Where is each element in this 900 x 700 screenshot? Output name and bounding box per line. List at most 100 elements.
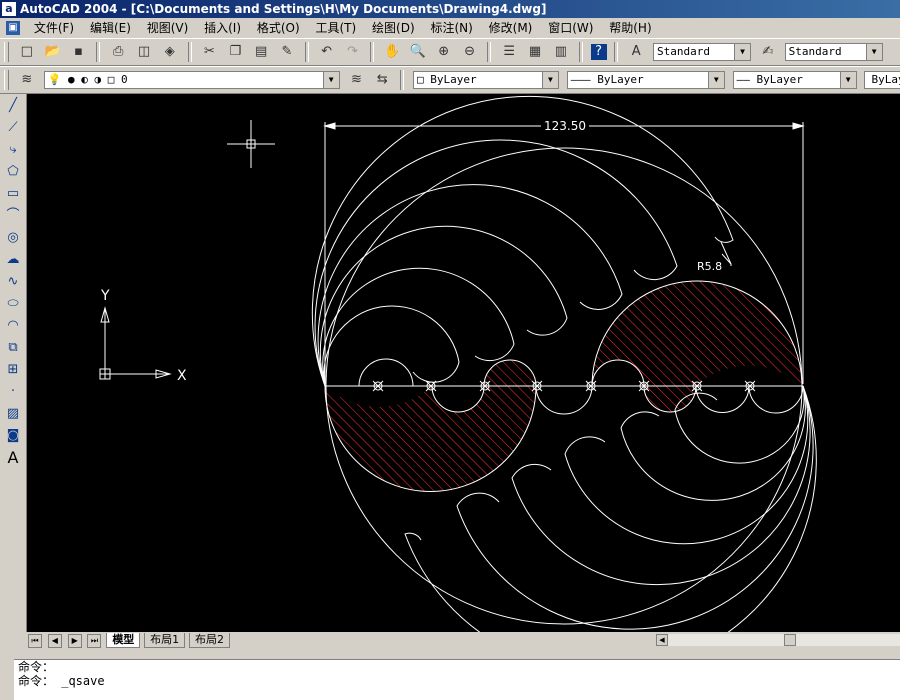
menu-dimension[interactable]: 标注(N): [424, 18, 478, 38]
menu-file[interactable]: 文件(F): [28, 18, 80, 38]
menu-insert[interactable]: 插入(I): [198, 18, 247, 38]
zoom-realtime-icon[interactable]: 🔍: [408, 42, 428, 62]
layer-manager-icon[interactable]: ≋: [17, 70, 37, 90]
tab-layout2[interactable]: 布局2: [188, 633, 230, 648]
publish-icon[interactable]: ◈: [160, 42, 180, 62]
chevron-down-icon[interactable]: ▼: [707, 72, 724, 88]
multiline-text-icon[interactable]: A: [3, 448, 23, 468]
menu-draw[interactable]: 绘图(D): [366, 18, 421, 38]
undo-icon[interactable]: ↶: [317, 42, 337, 62]
color-select[interactable]: □ ByLayer ▼: [412, 71, 559, 89]
text-style-select[interactable]: Standard ▼: [653, 43, 752, 61]
toolbar-grip[interactable]: [4, 42, 9, 62]
command-history-line: 命令：: [18, 660, 55, 674]
drawing-canvas[interactable]: Y X 123.50 R5.8: [27, 94, 900, 673]
properties-icon[interactable]: ☰: [499, 42, 519, 62]
design-center-icon[interactable]: ▦: [525, 42, 545, 62]
menu-bar: ▣ 文件(F) 编辑(E) 视图(V) 插入(I) 格式(O) 工具(T) 绘图…: [0, 18, 900, 38]
help-icon[interactable]: ?: [590, 44, 607, 60]
radius-label: R5.8: [697, 260, 722, 273]
point-icon[interactable]: ·: [3, 382, 23, 402]
first-tab-icon[interactable]: ⏮: [28, 634, 42, 648]
layer-value: 0: [120, 73, 128, 86]
make-layer-current-icon[interactable]: ≋: [346, 70, 366, 90]
menu-modify[interactable]: 修改(M): [483, 18, 539, 38]
hatch-icon[interactable]: ▨: [3, 404, 23, 424]
toolbar-separator: [487, 42, 492, 62]
tab-layout1[interactable]: 布局1: [144, 633, 186, 648]
ucs-y-label: Y: [100, 288, 110, 304]
horizontal-scrollbar[interactable]: ◀: [656, 634, 900, 646]
scroll-left-icon[interactable]: ◀: [656, 634, 668, 646]
dimension-text: 123.50: [544, 119, 586, 133]
plotstyle-select[interactable]: ByLayer: [864, 71, 900, 89]
circle-icon[interactable]: ◎: [3, 228, 23, 248]
chevron-down-icon[interactable]: ▼: [734, 44, 751, 60]
ellipse-arc-icon[interactable]: ◠: [3, 316, 23, 336]
crosshair-cursor: [227, 120, 275, 168]
pan-icon[interactable]: ✋: [382, 42, 402, 62]
menu-window[interactable]: 窗口(W): [542, 18, 599, 38]
open-file-icon[interactable]: 📂: [43, 42, 63, 62]
insert-block-icon[interactable]: ⧉: [3, 338, 23, 358]
next-tab-icon[interactable]: ▶: [67, 634, 82, 648]
spline-icon[interactable]: ∿: [3, 272, 23, 292]
command-area: 命令： 命令： _qsave: [0, 655, 900, 700]
revision-cloud-icon[interactable]: ☁: [3, 250, 23, 270]
chevron-down-icon[interactable]: ▼: [541, 72, 558, 88]
dim-style-select[interactable]: Standard ▼: [784, 43, 883, 61]
ellipse-icon[interactable]: ⬭: [3, 294, 23, 314]
redo-icon[interactable]: ↷: [342, 42, 362, 62]
toolbar-grip[interactable]: [4, 70, 9, 90]
plot-preview-icon[interactable]: ◫: [134, 42, 154, 62]
drawing-svg[interactable]: Y X 123.50 R5.8: [27, 94, 900, 673]
text-style-icon[interactable]: A: [626, 42, 646, 62]
region-icon[interactable]: ◙: [3, 426, 23, 446]
document-icon[interactable]: ▣: [6, 21, 20, 35]
tab-model[interactable]: 模型: [106, 633, 141, 648]
toolbar-separator: [304, 42, 309, 62]
toolbar-separator: [187, 42, 192, 62]
rectangle-icon[interactable]: ▭: [3, 184, 23, 204]
ucs-icon: [99, 306, 172, 380]
line-icon[interactable]: ╱: [3, 96, 23, 116]
hatch-region-left: [325, 360, 536, 492]
construction-line-icon[interactable]: ⟋: [3, 118, 23, 138]
match-properties-icon[interactable]: ✎: [277, 42, 297, 62]
chevron-down-icon[interactable]: ▼: [322, 72, 339, 88]
linetype-select[interactable]: ——— ByLayer ▼: [566, 71, 725, 89]
tool-palettes-icon[interactable]: ▥: [551, 42, 571, 62]
polygon-icon[interactable]: ⬠: [3, 162, 23, 182]
layer-previous-icon[interactable]: ⇆: [372, 70, 392, 90]
menu-tools[interactable]: 工具(T): [310, 18, 363, 38]
prev-tab-icon[interactable]: ◀: [47, 634, 62, 648]
print-icon[interactable]: ⎙: [108, 42, 128, 62]
lineweight-select[interactable]: —— ByLayer ▼: [732, 71, 857, 89]
zoom-window-icon[interactable]: ⊕: [434, 42, 454, 62]
polyline-icon[interactable]: ⤷: [3, 140, 23, 160]
menu-edit[interactable]: 编辑(E): [84, 18, 137, 38]
new-file-icon[interactable]: □: [17, 42, 37, 62]
make-block-icon[interactable]: ⊞: [3, 360, 23, 380]
paste-icon[interactable]: ▤: [251, 42, 271, 62]
toolbar-separator: [370, 42, 375, 62]
save-icon[interactable]: ▪: [68, 42, 88, 62]
menu-view[interactable]: 视图(V): [141, 18, 195, 38]
zoom-previous-icon[interactable]: ⊖: [460, 42, 480, 62]
cut-icon[interactable]: ✂: [199, 42, 219, 62]
last-tab-icon[interactable]: ⏭: [87, 634, 102, 648]
scroll-thumb[interactable]: [784, 634, 796, 646]
menu-help[interactable]: 帮助(H): [603, 18, 657, 38]
linetype-value: ByLayer: [597, 73, 644, 86]
dim-style-icon[interactable]: ✍: [758, 42, 778, 62]
text-style-value: Standard: [657, 45, 710, 58]
layer-select[interactable]: 💡 ● ◐ ◑ □ 0 ▼: [43, 71, 340, 89]
command-window[interactable]: 命令： 命令： _qsave: [14, 659, 900, 700]
menu-format[interactable]: 格式(O): [251, 18, 306, 38]
copy-icon[interactable]: ❐: [225, 42, 245, 62]
chevron-down-icon[interactable]: ▼: [865, 44, 882, 60]
chevron-down-icon[interactable]: ▼: [839, 72, 856, 88]
toolbar-separator: [96, 42, 101, 62]
ucs-x-label: X: [177, 368, 187, 384]
arc-icon[interactable]: ⌒: [3, 206, 23, 226]
